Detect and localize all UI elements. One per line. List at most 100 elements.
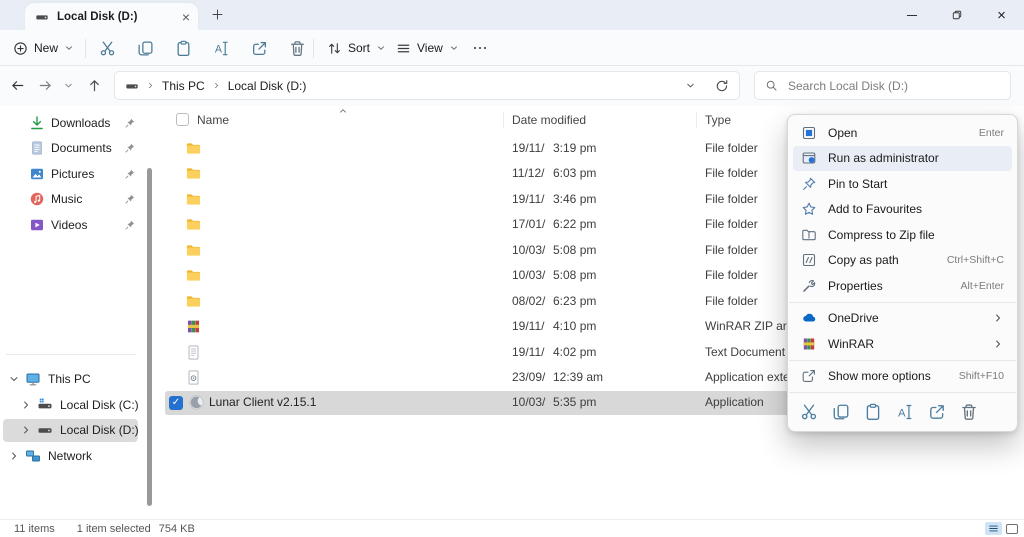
search-box[interactable] [754,71,1011,100]
delete-button[interactable] [278,36,316,60]
menu-item-properties[interactable]: PropertiesAlt+Enter [793,273,1012,299]
sidebar-item-network[interactable]: Network [0,443,146,469]
file-date: 23/09/ [512,365,545,390]
column-divider[interactable] [503,112,504,128]
breadcrumb-this-pc[interactable]: This PC [162,79,205,93]
restore-button[interactable] [934,0,979,30]
back-button[interactable] [10,78,25,93]
sidebar-item-documents[interactable]: Documents [0,136,146,162]
zipfolder-icon [801,227,817,243]
arrow-left-icon [10,78,25,93]
ctx-copy-button[interactable] [832,403,850,421]
sort-button[interactable]: Sort [327,36,386,60]
sidebar-item-local-disk-c[interactable]: Local Disk (C:) [0,392,146,418]
minimize-button[interactable] [889,0,934,30]
copy-button[interactable] [126,36,164,60]
chevdown-icon[interactable] [8,373,20,385]
file-time: 6:22 pm [553,212,596,237]
column-divider[interactable] [696,112,697,128]
forward-button[interactable] [38,78,53,93]
share-icon [251,40,268,57]
pin-icon[interactable] [124,142,136,154]
sidebar-item-music[interactable]: Music [0,187,146,213]
pin-icon[interactable] [124,117,136,129]
ctx-rename-button[interactable] [896,403,914,421]
menu-item-compress-to-zip-file[interactable]: Compress to Zip file [793,222,1012,248]
paste-button[interactable] [164,36,202,60]
chevright-icon[interactable] [20,399,32,411]
menu-separator [789,360,1016,361]
chevright-icon[interactable] [8,450,20,462]
cut-button[interactable] [88,36,126,60]
menu-item-open[interactable]: OpenEnter [793,120,1012,146]
sidebar-item-label: Music [51,192,82,206]
menu-item-add-to-favourites[interactable]: Add to Favourites [793,197,1012,223]
menu-item-winrar[interactable]: WinRAR [793,331,1012,357]
file-time: 5:08 pm [553,263,596,288]
ctx-delete-button[interactable] [960,403,978,421]
new-tab-button[interactable] [211,8,224,21]
recent-locations-button[interactable] [63,80,74,91]
column-header-type[interactable]: Type [705,113,731,127]
sort-button-label: Sort [348,41,370,55]
file-type: File folder [705,161,758,186]
sidebar-item-label: Local Disk (D:) [60,423,139,437]
share-button[interactable] [240,36,278,60]
sidebar-item-this-pc[interactable]: This PC [0,367,146,393]
view-button[interactable]: View [396,36,459,60]
select-all-checkbox[interactable] [176,113,189,126]
menu-item-pin-to-start[interactable]: Pin to Start [793,171,1012,197]
file-time: 12:39 am [553,365,603,390]
file-type: File folder [705,238,758,263]
up-button[interactable] [87,78,102,93]
ctx-share-button[interactable] [928,403,946,421]
sidebar-item-videos[interactable]: Videos [0,212,146,238]
file-time: 3:46 pm [553,187,596,212]
sidebar-item-pictures[interactable]: Pictures [0,161,146,187]
command-toolbar: New Sort View [0,30,1024,66]
sidebar-item-downloads[interactable]: Downloads [0,110,146,136]
pin-icon[interactable] [124,219,136,231]
toolbar-divider [85,39,86,58]
new-button[interactable]: New [13,36,74,60]
menu-item-copy-as-path[interactable]: Copy as pathCtrl+Shift+C [793,248,1012,274]
chevright-icon[interactable] [20,424,32,436]
tab-title: Local Disk (D:) [57,11,138,23]
sidebar-item-local-disk-d[interactable]: Local Disk (D:) [0,418,146,444]
tab-close-icon[interactable]: × [182,10,190,24]
address-bar[interactable]: This PC Local Disk (D:) [114,71,740,100]
menu-item-run-as-administrator[interactable]: Run as administrator [793,146,1012,172]
explorer-tab[interactable]: Local Disk (D:) × [25,3,198,30]
pictures-icon [29,166,45,182]
refresh-icon[interactable] [715,79,729,93]
sidebar-scrollbar[interactable] [147,168,152,506]
menu-shortcut: Enter [979,127,1004,139]
column-header-name[interactable]: Name [197,113,229,127]
paste-icon [864,403,882,421]
menu-item-show-more-options[interactable]: Show more optionsShift+F10 [793,364,1012,390]
ctx-paste-button[interactable] [864,403,882,421]
large-icons-view-toggle[interactable] [1006,524,1018,534]
pin-icon[interactable] [124,193,136,205]
folder-icon [185,191,202,208]
chevright-icon [992,338,1004,350]
details-view-toggle[interactable] [985,522,1002,535]
breadcrumb-local-disk-d[interactable]: Local Disk (D:) [228,79,307,93]
pin-icon[interactable] [124,168,136,180]
ctx-cut-button[interactable] [800,403,818,421]
address-row: This PC Local Disk (D:) [0,66,1024,106]
checkbox-checked[interactable]: ✓ [169,396,183,410]
cut-icon [99,40,116,57]
column-header-date-modified[interactable]: Date modified [512,113,586,127]
search-input[interactable] [786,78,1000,94]
see-more-button[interactable] [467,36,493,60]
arrow-up-icon [87,78,102,93]
sidebar-item-label: Downloads [51,116,110,130]
menu-item-onedrive[interactable]: OneDrive [793,306,1012,332]
close-button[interactable]: × [979,0,1024,30]
selection-size: 754 KB [159,523,195,535]
rename-button[interactable] [202,36,240,60]
cut-icon [800,403,818,421]
sidebar-pinned: Downloads DocumentsPictures Music Videos [0,110,146,238]
address-dropdown-icon[interactable] [685,80,696,91]
